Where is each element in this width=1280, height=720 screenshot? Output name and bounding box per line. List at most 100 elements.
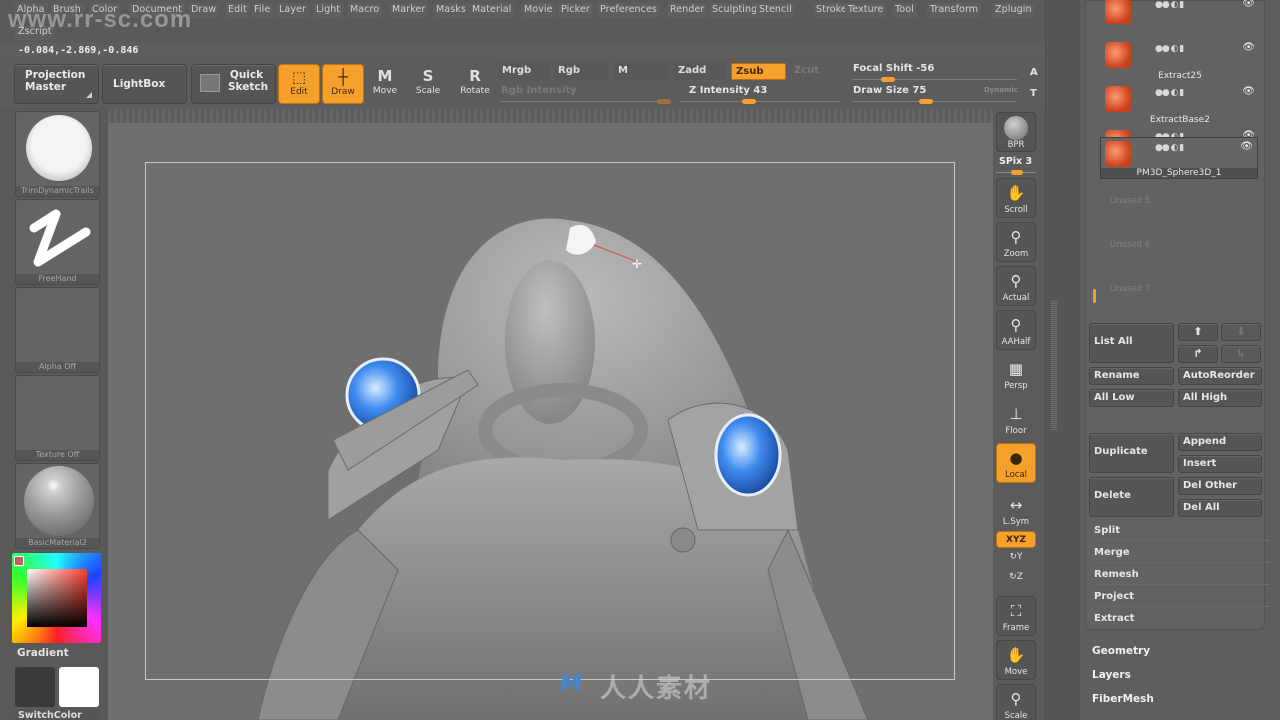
mrgb-button[interactable]: Mrgb [498,63,550,80]
menu-layer[interactable]: Layer [276,3,309,18]
persp-button[interactable]: ▦ Persp [996,355,1036,395]
subtool-toggle-icons[interactable]: ●● ◐ ▮ [1155,88,1184,98]
zsub-button[interactable]: Zsub [731,63,786,80]
append-button[interactable]: Append [1178,433,1262,451]
menu-marker[interactable]: Marker [389,3,429,18]
scale-view-button[interactable]: ⚲ Scale [996,684,1036,720]
material-selector[interactable]: BasicMaterial2 [15,463,100,549]
menu-tool[interactable]: Tool [892,3,917,18]
menu-movie[interactable]: Movie [521,3,556,18]
subtool-item[interactable]: ●● ◐ ▮ 👁 ExtractBase2 [1101,83,1259,125]
zadd-button[interactable]: Zadd [674,63,726,80]
del-all-button[interactable]: Del All [1178,499,1262,517]
remesh-menu[interactable]: Remesh [1094,565,1270,585]
draw-size-slider[interactable] [852,99,1017,104]
texture-selector[interactable]: Texture Off [15,375,100,461]
subtool-scroll-handle[interactable] [1093,289,1096,303]
visibility-eye-icon[interactable]: 👁 [1242,42,1255,53]
y-rotate-button[interactable]: ↻Y [996,552,1036,568]
zoom-button[interactable]: ⚲ Zoom [996,222,1036,262]
local-button[interactable]: ● Local [996,443,1036,483]
projection-master-button[interactable]: Projection Master [14,64,99,104]
duplicate-button[interactable]: Duplicate [1089,433,1174,473]
edit-button[interactable]: ⬚ Edit [278,64,320,104]
menu-edit[interactable]: Edit [225,3,250,18]
actual-button[interactable]: ⚲ Actual [996,266,1036,306]
scale-button[interactable]: S Scale [407,64,449,104]
tray-scrollbar[interactable] [1051,300,1057,430]
menu-texture[interactable]: Texture [845,3,887,18]
move-view-button[interactable]: ✋ Move [996,640,1036,680]
viewport-canvas[interactable]: ✛ M 人人素材 [108,110,993,720]
list-all-button[interactable]: List All [1089,323,1174,363]
menu-zplugin[interactable]: Zplugin [992,3,1035,18]
menu-masks[interactable]: Masks [433,3,469,18]
visibility-eye-icon[interactable]: 👁 [1240,141,1253,152]
gradient-toggle[interactable]: Gradient [17,647,69,659]
zcut-button[interactable]: Zcut [790,63,830,80]
auto-reorder-button[interactable]: AutoReorder [1178,367,1262,385]
extract-menu[interactable]: Extract [1094,609,1270,629]
rotate-button[interactable]: R Rotate [454,64,496,104]
floor-button[interactable]: ⊥ Floor [996,400,1036,440]
subtool-item[interactable]: ●● ◐ ▮ 👁 PM3D_Sphere3D_1 [1100,137,1258,179]
subtool-toggle-icons[interactable]: ●● ◐ ▮ [1155,0,1184,10]
fibermesh-section[interactable]: FiberMesh [1092,693,1154,705]
subtool-item[interactable]: ●● ◐ ▮ 👁 Extract25 [1101,39,1259,81]
stroke-selector[interactable]: FreeHand [15,199,100,285]
alpha-selector[interactable]: Alpha Off [15,287,100,373]
m-button[interactable]: M [614,63,668,80]
insert-button[interactable]: Insert [1178,455,1262,473]
menu-preferences[interactable]: Preferences [597,3,660,18]
draw-button[interactable]: ┼ Draw [322,64,364,104]
subtool-item[interactable]: ●● ◐ ▮ 👁 [1101,0,1259,37]
menu-render[interactable]: Render [667,3,708,18]
z-intensity-slider[interactable] [680,99,840,104]
scroll-button[interactable]: ✋ Scroll [996,178,1036,218]
brush-selector[interactable]: TrimDynamicTrails [15,111,100,197]
menu-material[interactable]: Material [469,3,515,18]
spix-slider[interactable] [996,170,1036,175]
subtool-toggle-icons[interactable]: ●● ◐ ▮ [1155,44,1184,54]
visibility-eye-icon[interactable]: 👁 [1242,0,1255,9]
dynamic-toggle[interactable]: Dynamic [984,86,1018,94]
menu-sculpting[interactable]: Sculpting [709,3,761,18]
redirect-down-button[interactable]: ↳ [1221,345,1261,363]
layers-section[interactable]: Layers [1092,669,1131,681]
rgb-intensity-slider[interactable] [500,99,671,104]
menu-macro[interactable]: Macro [347,3,383,18]
secondary-color-swatch[interactable] [59,667,99,707]
menu-transform[interactable]: Transform [927,3,982,18]
lsym-button[interactable]: ↔ L.Sym [996,491,1036,531]
move-button[interactable]: M Move [364,64,406,104]
move-down-button[interactable]: ⬇ [1221,323,1261,341]
rename-button[interactable]: Rename [1089,367,1174,385]
tray-divider[interactable] [1045,0,1080,720]
focal-shift-knob[interactable] [881,77,896,82]
menu-picker[interactable]: Picker [558,3,593,18]
xyz-rotate-button[interactable]: XYZ [996,531,1036,548]
frame-button[interactable]: ⛶ Frame [996,596,1036,636]
bpr-button[interactable]: BPR [996,112,1036,152]
subtool-toggle-icons[interactable]: ●● ◐ ▮ [1155,143,1184,153]
switch-color-button[interactable]: SwitchColor [15,710,100,720]
menu-light[interactable]: Light [313,3,344,18]
lightbox-button[interactable]: LightBox [102,64,187,104]
draw-size-knob[interactable] [919,99,934,104]
merge-menu[interactable]: Merge [1094,543,1270,563]
spix-knob[interactable] [1011,170,1023,175]
aahalf-button[interactable]: ⚲ AAHalf [996,310,1036,350]
move-up-button[interactable]: ⬆ [1178,323,1218,341]
del-other-button[interactable]: Del Other [1178,477,1262,495]
all-low-button[interactable]: All Low [1089,389,1174,407]
z-intensity-knob[interactable] [741,99,756,104]
current-color-swatch[interactable] [14,556,24,566]
rgb-button[interactable]: Rgb [554,63,608,80]
all-high-button[interactable]: All High [1178,389,1262,407]
menu-stencil[interactable]: Stencil [756,3,795,18]
color-saturation-value-field[interactable] [27,569,87,627]
project-menu[interactable]: Project [1094,587,1270,607]
geometry-section[interactable]: Geometry [1092,645,1150,657]
quick-sketch-button[interactable]: Quick Sketch [191,64,276,104]
main-color-swatch[interactable] [15,667,55,707]
